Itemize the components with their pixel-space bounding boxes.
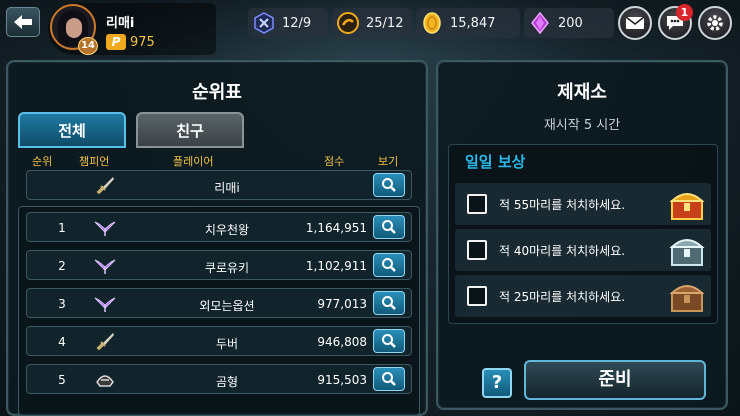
token-icon (336, 11, 360, 35)
magnifier-icon (382, 372, 396, 386)
row-score: 915,503 (317, 373, 367, 387)
table-row: 1 치우천왕 1,164,951 (26, 212, 412, 242)
mission-text: 적 40마리를 처치하세요. (499, 244, 626, 258)
energy-counter[interactable]: 12/9 (248, 8, 328, 38)
gem-counter[interactable]: 200 (524, 8, 614, 38)
mission-checkbox[interactable] (467, 194, 487, 214)
mission-item[interactable]: 적 55마리를 처치하세요. (455, 183, 711, 225)
tab-friends[interactable]: 친구 (136, 112, 244, 148)
restart-timer: 재시작 5 시간 (543, 118, 621, 133)
top-bar: 14 리매i P 975 12/9 25/12 15,847 200 1 (0, 0, 740, 58)
silver-chest-icon (667, 229, 707, 271)
back-arrow-icon (14, 15, 32, 29)
mission-item[interactable]: 적 40마리를 처치하세요. (455, 229, 711, 271)
settings-button[interactable] (698, 6, 732, 40)
view-button[interactable] (373, 173, 405, 197)
row-score: 977,013 (317, 297, 367, 311)
row-rank: 1 (58, 221, 66, 235)
ready-button[interactable]: 준비 (524, 360, 706, 400)
gold-counter[interactable]: 15,847 (416, 8, 520, 38)
row-score: 1,164,951 (305, 221, 367, 235)
mission-checkbox[interactable] (467, 286, 487, 306)
view-button[interactable] (373, 291, 405, 315)
token-value: 25/12 (366, 15, 404, 31)
tab-all[interactable]: 전체 (18, 112, 126, 148)
back-button[interactable] (6, 7, 40, 37)
mission-item[interactable]: 적 25마리를 처치하세요. (455, 275, 711, 317)
view-button[interactable] (373, 253, 405, 277)
mail-button[interactable] (618, 6, 652, 40)
gold-coin-icon (420, 11, 444, 35)
chat-notification-badge: 1 (676, 4, 693, 21)
player-profile[interactable]: 14 리매i P 975 (48, 3, 216, 55)
mission-text: 적 25마리를 처치하세요. (499, 290, 626, 304)
sword-icon (93, 174, 117, 198)
magnifier-icon (382, 334, 396, 348)
gem-value: 200 (558, 15, 583, 31)
my-player-name: 리매i (214, 181, 240, 195)
gold-chest-icon (667, 183, 707, 225)
daily-reward-box: 일일 보상 적 55마리를 처치하세요. 적 40마리를 처치하세요. 적 25… (448, 144, 718, 324)
view-button[interactable] (373, 329, 405, 353)
leaderboard-title: 순위표 (192, 82, 242, 103)
gear-icon (707, 15, 723, 31)
header-score: 점수 (324, 155, 345, 168)
table-row: 5 곰형 915,503 (26, 364, 412, 394)
magnifier-icon (382, 258, 396, 272)
gold-value: 15,847 (450, 15, 496, 31)
magnifier-icon (382, 178, 396, 192)
leaderboard-panel: 순위표 전체 친구 순위 챔피언 플레이어 점수 보기 리매i 1 치우천왕 1… (6, 60, 428, 416)
header-champion: 챔피언 (79, 155, 110, 168)
row-rank: 2 (58, 259, 66, 273)
token-counter[interactable]: 25/12 (332, 8, 412, 38)
table-row: 2 쿠로유키 1,102,911 (26, 250, 412, 280)
table-row: 3 외모는옵션 977,013 (26, 288, 412, 318)
mission-checkbox[interactable] (467, 240, 487, 260)
gem-icon (528, 11, 552, 35)
view-button[interactable] (373, 215, 405, 239)
points-value: 975 (130, 34, 155, 50)
mail-icon (625, 16, 645, 29)
row-rank: 3 (58, 297, 66, 311)
row-rank: 4 (58, 335, 66, 349)
wood-chest-icon (667, 275, 707, 317)
crossed-swords-icon (252, 11, 276, 35)
daily-reward-title: 일일 보상 (465, 153, 526, 171)
table-row: 4 두버 946,808 (26, 326, 412, 356)
points-display: P 975 (106, 34, 155, 50)
purple-wing-icon (93, 216, 117, 240)
row-score: 1,102,911 (305, 259, 367, 273)
mission-text: 적 55마리를 처치하세요. (499, 198, 626, 212)
points-icon: P (106, 34, 126, 50)
column-headers: 순위 챔피언 플레이어 점수 보기 (18, 153, 420, 169)
header-view: 보기 (378, 155, 399, 168)
purple-wing-icon (93, 254, 117, 278)
sword-icon (93, 330, 117, 354)
purple-wing-icon (93, 292, 117, 316)
row-rank: 5 (58, 373, 66, 387)
magnifier-icon (382, 220, 396, 234)
help-button[interactable]: ? (482, 368, 512, 398)
header-player: 플레이어 (173, 155, 214, 168)
forge-panel: 제재소 재시작 5 시간 일일 보상 적 55마리를 처치하세요. 적 40마리… (436, 60, 728, 410)
row-score: 946,808 (317, 335, 367, 349)
energy-value: 12/9 (282, 15, 312, 31)
my-rank-row: 리매i (26, 170, 412, 200)
header-rank: 순위 (32, 155, 53, 168)
forge-title: 제재소 (557, 82, 607, 103)
view-button[interactable] (373, 367, 405, 391)
level-badge: 14 (78, 37, 98, 55)
helmet-icon (93, 368, 117, 392)
player-name: 리매i (106, 16, 135, 31)
magnifier-icon (382, 296, 396, 310)
